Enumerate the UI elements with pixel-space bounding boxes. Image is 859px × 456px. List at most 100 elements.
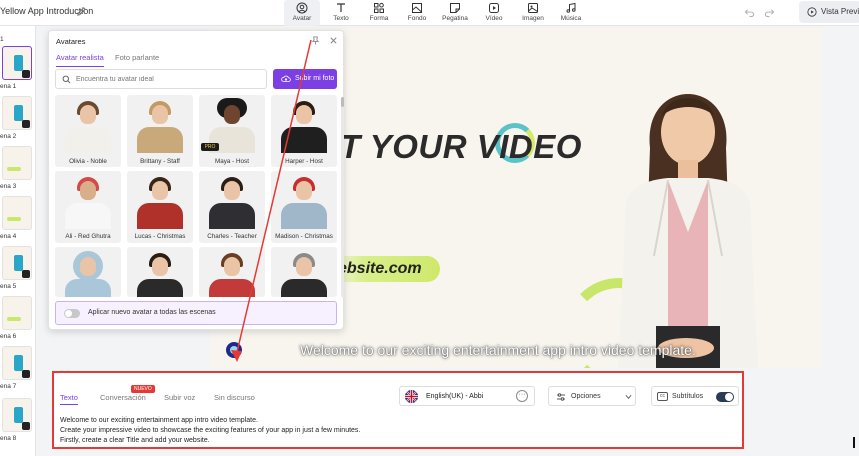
- subtitles-control: cc Subtítulos: [651, 386, 739, 406]
- background-icon: [412, 3, 422, 13]
- new-badge: NUEVO: [131, 385, 155, 393]
- scene-label: ena 4: [0, 233, 17, 240]
- avatar-card[interactable]: [127, 247, 193, 297]
- avatar-card[interactable]: [55, 247, 121, 297]
- tool-label: Música: [560, 15, 582, 22]
- scene-thumbnail[interactable]: [2, 296, 32, 330]
- voice-label: English(UK) - Abbi: [426, 393, 484, 400]
- panel-scrollbar[interactable]: [341, 97, 344, 297]
- tool-background[interactable]: Fondo: [399, 0, 435, 26]
- avatar-search[interactable]: [55, 69, 267, 89]
- scrollbar-thumb[interactable]: [341, 97, 344, 107]
- close-icon[interactable]: [329, 36, 338, 45]
- options-dropdown[interactable]: Opciones: [548, 386, 636, 406]
- avatar-card-maya[interactable]: PRO: [199, 95, 265, 167]
- play-circle-icon: [807, 7, 817, 17]
- subtitle-caption[interactable]: Welcome to our exciting entertainment ap…: [300, 342, 696, 358]
- shapes-icon: [374, 2, 384, 13]
- scenes-sidebar: 1 ena 1 ena 2 ena 3 ena 4 ena 5 ena 6 en…: [0, 26, 36, 456]
- panel-title: Avatares: [56, 37, 86, 46]
- scene-number: 1: [0, 36, 4, 43]
- image-icon: [528, 3, 538, 13]
- scene-thumbnail[interactable]: [2, 346, 32, 380]
- tool-video[interactable]: Vídeo: [476, 0, 512, 26]
- subtitles-label: Subtítulos: [672, 393, 704, 400]
- tab-avatar-realista[interactable]: Avatar realista: [56, 53, 104, 67]
- scene-label: ena 3: [0, 183, 17, 190]
- top-toolbar: Yellow App Introduction Avatar Texto For…: [0, 0, 859, 26]
- chevron-down-icon: [625, 394, 632, 399]
- tool-label: Fondo: [407, 15, 427, 22]
- scene-label: ena 8: [0, 435, 17, 442]
- avatars-panel: Avatares Avatar realista Foto parlante S…: [48, 30, 344, 330]
- options-label: Opciones: [571, 393, 601, 400]
- tool-label: Pegatina: [442, 15, 468, 22]
- tool-music[interactable]: Música: [553, 0, 589, 26]
- avatar-card-brittany[interactable]: [127, 95, 193, 167]
- brand-logo-icon: [226, 342, 242, 358]
- tool-label: Avatar: [292, 15, 312, 22]
- tool-image[interactable]: Imagen: [515, 0, 551, 26]
- avatar-name: Harper - Host: [285, 158, 323, 165]
- undo-icon[interactable]: [744, 7, 755, 18]
- tab-texto[interactable]: Texto: [60, 393, 78, 405]
- avatar-card[interactable]: [199, 247, 265, 297]
- avatar-card[interactable]: [271, 247, 337, 297]
- script-line[interactable]: Create your impressive video to showcase…: [60, 427, 360, 434]
- scene-thumbnail[interactable]: [2, 196, 32, 230]
- apply-all-toggle[interactable]: [64, 309, 80, 318]
- tab-sin-discurso[interactable]: Sin discurso: [214, 393, 255, 402]
- tool-sticker[interactable]: Pegatina: [437, 0, 473, 26]
- canvas-headline[interactable]: T YOUR VIDEO: [340, 128, 582, 166]
- tab-subir-voz[interactable]: Subir voz: [164, 393, 195, 402]
- scene-thumbnail[interactable]: [2, 46, 32, 80]
- tool-avatar[interactable]: Avatar: [284, 0, 320, 26]
- scene-label: ena 7: [0, 383, 17, 390]
- search-icon: [62, 75, 71, 84]
- tool-text[interactable]: Texto: [323, 0, 359, 26]
- sticker-icon: [450, 3, 460, 13]
- scene-thumbnail[interactable]: [2, 398, 32, 432]
- script-line[interactable]: Firstly, create a clear Title and add yo…: [60, 437, 210, 444]
- tab-foto-parlante[interactable]: Foto parlante: [115, 53, 159, 66]
- avatar-name: Brittany - Staff: [140, 158, 180, 165]
- avatar-name: Ali - Red Ghutra: [65, 233, 111, 240]
- avatar-card-harper[interactable]: [271, 95, 337, 167]
- avatar-card-olivia[interactable]: [55, 95, 121, 167]
- search-input[interactable]: [76, 72, 264, 86]
- preview-button[interactable]: Vista Previa: [799, 1, 859, 23]
- edit-icon[interactable]: [76, 6, 87, 17]
- canvas-website[interactable]: ebsite.com: [338, 260, 422, 278]
- video-icon: [489, 3, 499, 13]
- redo-icon[interactable]: [764, 7, 775, 18]
- tool-label: Vídeo: [485, 15, 503, 22]
- presenter-avatar[interactable]: [598, 56, 778, 368]
- upload-photo-button[interactable]: Subir mi foto: [273, 69, 337, 89]
- avatar-icon: [296, 2, 308, 14]
- text-icon: [337, 3, 345, 12]
- music-icon: [566, 2, 576, 13]
- scene-thumbnail[interactable]: [2, 96, 32, 130]
- apply-all-scenes-row: Aplicar nuevo avatar a todas las escenas: [55, 301, 337, 325]
- scene-label: ena 6: [0, 333, 17, 340]
- subtitles-toggle[interactable]: [716, 392, 734, 402]
- more-options-icon[interactable]: ···: [516, 390, 528, 402]
- tab-conversacion[interactable]: Conversación: [100, 393, 146, 402]
- script-panel: Texto Conversación NUEVO Subir voz Sin d…: [52, 371, 744, 449]
- scene-label: ena 5: [0, 283, 17, 290]
- voice-selector[interactable]: English(UK) - Abbi ···: [399, 386, 535, 406]
- upload-cloud-icon: [281, 75, 291, 82]
- pro-badge: PRO: [201, 143, 219, 151]
- sliders-icon: [557, 393, 565, 401]
- scene-label: ena 1: [0, 83, 17, 90]
- closed-captions-icon: cc: [657, 392, 668, 401]
- tool-shapes[interactable]: Forma: [361, 0, 397, 26]
- scene-thumbnail[interactable]: [2, 246, 32, 280]
- uk-flag-icon: [405, 390, 418, 403]
- tool-label: Imagen: [522, 15, 544, 22]
- pin-icon[interactable]: [311, 36, 320, 45]
- editor-app: Yellow App Introduction Avatar Texto For…: [0, 0, 859, 456]
- text-cursor: [853, 437, 855, 448]
- scene-thumbnail[interactable]: [2, 146, 32, 180]
- script-line[interactable]: Welcome to our exciting entertainment ap…: [60, 417, 258, 424]
